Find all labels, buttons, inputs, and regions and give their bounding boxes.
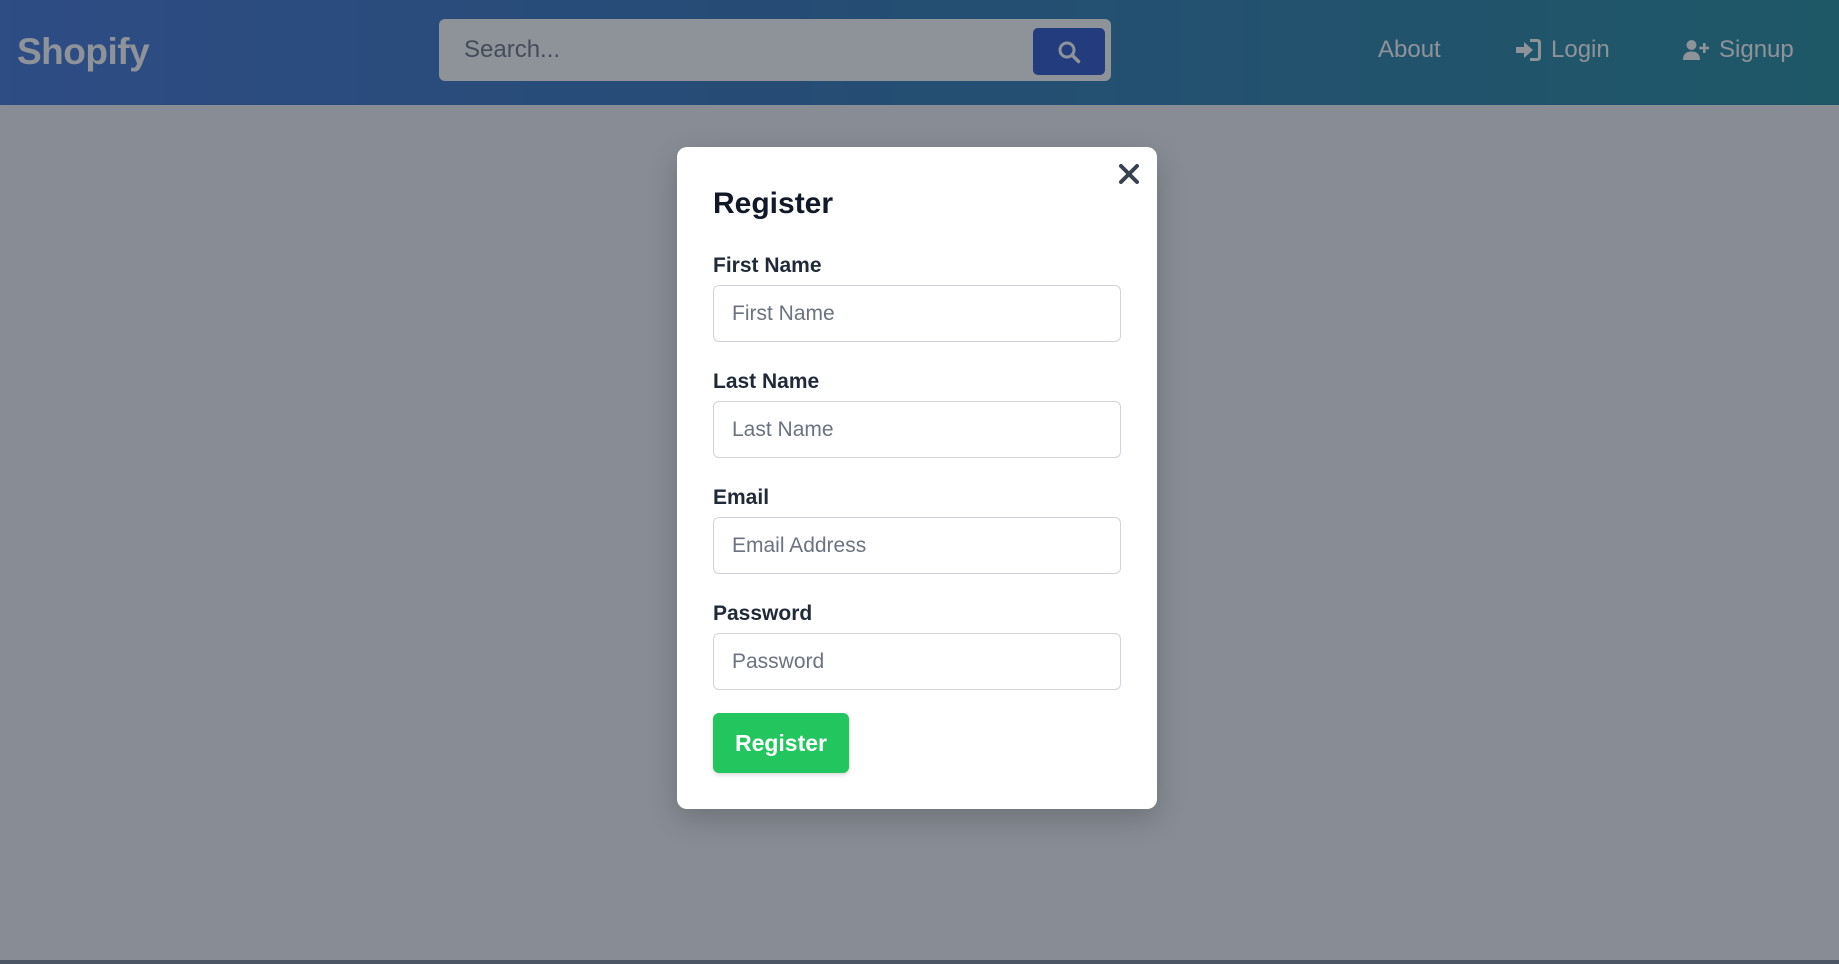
password-field[interactable] — [713, 633, 1121, 690]
close-button[interactable] — [1116, 161, 1142, 187]
first-name-label: First Name — [713, 254, 822, 277]
modal-title: Register — [713, 187, 834, 220]
register-button[interactable]: Register — [713, 713, 849, 773]
close-icon — [1119, 164, 1139, 184]
password-label: Password — [713, 602, 813, 625]
register-modal: Register First Name Last Name Email Pass… — [677, 147, 1157, 809]
page-footer-edge — [0, 960, 1839, 964]
email-field[interactable] — [713, 517, 1121, 574]
first-name-field[interactable] — [713, 285, 1121, 342]
last-name-field[interactable] — [713, 401, 1121, 458]
last-name-label: Last Name — [713, 370, 820, 393]
email-label: Email — [713, 486, 770, 509]
